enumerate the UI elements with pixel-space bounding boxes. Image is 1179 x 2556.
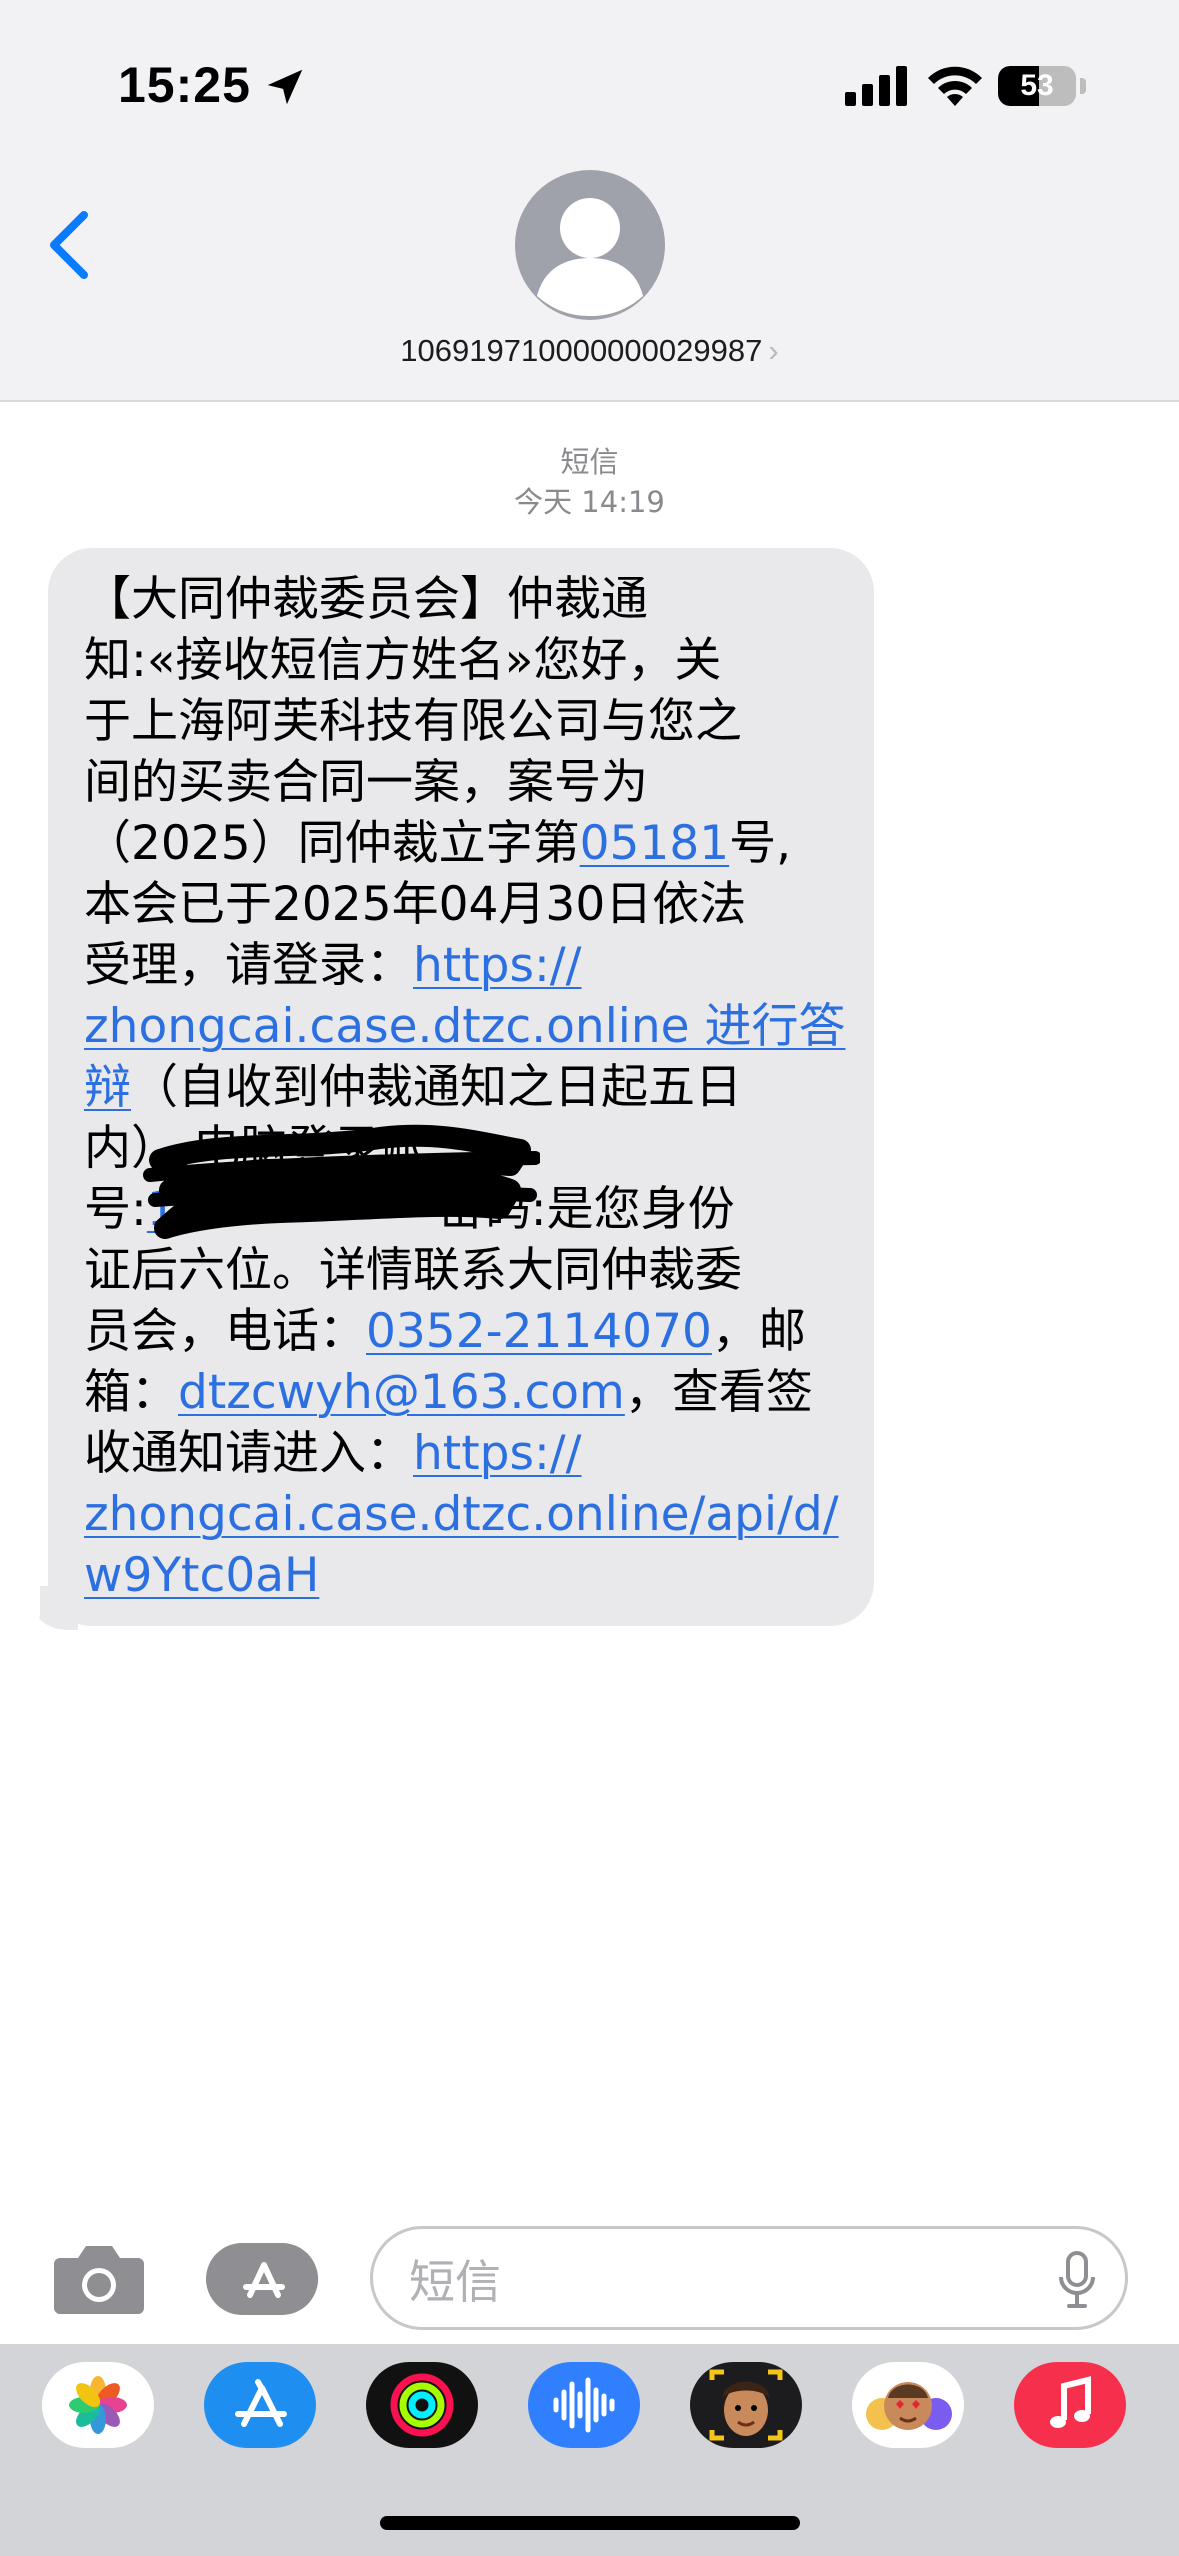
- message-text-segment: 员会，电话：: [84, 1304, 366, 1359]
- location-arrow-icon: [267, 69, 303, 105]
- service-label: 短信: [560, 445, 619, 479]
- audio-message-icon[interactable]: [528, 2362, 640, 2448]
- message-line: w9Ytc0aH: [84, 1545, 854, 1606]
- apps-button[interactable]: [206, 2243, 319, 2315]
- message-line: zhongcai.case.dtzc.online 进行答: [84, 996, 854, 1057]
- message-text-segment: ，查看签: [624, 1365, 813, 1420]
- message-line: 本会已于2025年04月30日依法: [84, 877, 747, 932]
- app-store-a-glyph: [235, 2379, 287, 2427]
- redaction-scribble: [143, 1124, 540, 1239]
- case-number-link[interactable]: 05181: [580, 816, 730, 871]
- status-time: 15:25: [118, 57, 251, 113]
- microphone-icon[interactable]: [1057, 2251, 1097, 2309]
- home-indicator[interactable]: [380, 2516, 800, 2530]
- photos-icon[interactable]: [42, 2362, 154, 2448]
- message-text-segment: 号:: [84, 1182, 147, 1237]
- cellular-signal-icon: [845, 66, 907, 106]
- url-link[interactable]: w9Ytc0aH: [84, 1548, 319, 1603]
- conversation-header: 15:25 53 106919710000000029987 ›: [0, 0, 1179, 402]
- back-button[interactable]: [40, 205, 100, 285]
- chevron-right-icon: ›: [768, 333, 779, 368]
- message-line: 间的买卖合同一案，案号为: [84, 755, 648, 810]
- stickers-glyph: [866, 2382, 952, 2430]
- message-meta: 短信 今天 14:19: [0, 442, 1179, 522]
- memoji-icon[interactable]: [690, 2362, 802, 2448]
- activity-rings-glyph: [390, 2373, 454, 2437]
- contact-avatar[interactable]: [515, 170, 665, 320]
- wifi-icon: [928, 66, 982, 106]
- app-store-glyph-icon: [243, 2252, 319, 2306]
- memoji-face-glyph: [709, 2369, 783, 2441]
- message-timestamp: 今天 14:19: [514, 485, 665, 519]
- message-text-segment: 收通知请进入：: [84, 1426, 413, 1481]
- music-icon[interactable]: [1014, 2362, 1126, 2448]
- memoji-stickers-icon[interactable]: [852, 2362, 964, 2448]
- message-line: 于上海阿芙科技有限公司与您之: [84, 694, 742, 749]
- music-note-glyph: [1050, 2376, 1091, 2428]
- message-line: zhongcai.case.dtzc.online/api/d/: [84, 1484, 854, 1545]
- camera-button[interactable]: [52, 2240, 146, 2316]
- message-line: 知:«接收短信方姓名»您好，关: [84, 633, 722, 688]
- message-text-segment: 号,: [729, 816, 792, 871]
- message-text-segment: （自收到仲裁通知之日起五日: [131, 1060, 742, 1115]
- battery-indicator: 53: [998, 66, 1076, 106]
- message-line: 证后六位。详情联系大同仲裁委: [84, 1243, 742, 1298]
- activity-icon[interactable]: [366, 2362, 478, 2448]
- contact-name[interactable]: 106919710000000029987 ›: [0, 333, 1179, 369]
- contact-number[interactable]: 106919710000000029987: [400, 333, 762, 368]
- waveform-glyph: [553, 2377, 615, 2433]
- url-link[interactable]: 辩: [84, 1060, 131, 1115]
- message-line: 【大同仲裁委员会】仲裁通: [84, 572, 648, 627]
- url-link[interactable]: https://: [413, 938, 581, 993]
- url-link[interactable]: zhongcai.case.dtzc.online/api/d/: [84, 1487, 839, 1542]
- url-link[interactable]: zhongcai.case.dtzc.online 进行答: [84, 999, 845, 1054]
- message-line: 箱：dtzcwyh@163.com，查看签: [84, 1362, 854, 1423]
- message-text-segment: ，邮: [711, 1304, 806, 1359]
- battery-percent: 53: [1020, 69, 1054, 102]
- photos-flower-glyph: [69, 2376, 127, 2434]
- phone-link[interactable]: 0352-2114070: [366, 1304, 712, 1359]
- message-input-box[interactable]: [370, 2226, 1128, 2330]
- bubble-tail-mask: [0, 1580, 40, 1640]
- message-text-segment: 受理，请登录：: [84, 938, 413, 993]
- email-link[interactable]: dtzcwyh@163.com: [178, 1365, 625, 1420]
- message-text: 【大同仲裁委员会】仲裁通 知:«接收短信方姓名»您好，关 于上海阿芙科技有限公司…: [84, 569, 854, 1606]
- app-store-icon[interactable]: [204, 2362, 316, 2448]
- battery-cap: [1080, 78, 1086, 94]
- message-line: （2025）同仲裁立字第05181号,: [84, 813, 854, 874]
- message-line: 员会，电话：0352-2114070，邮: [84, 1301, 854, 1362]
- message-text-segment: （2025）同仲裁立字第: [84, 816, 580, 871]
- message-line: 受理，请登录：https://: [84, 935, 854, 996]
- url-link[interactable]: https://: [413, 1426, 581, 1481]
- person-icon: [537, 198, 643, 316]
- message-line: 辩（自收到仲裁通知之日起五日: [84, 1057, 854, 1118]
- message-line: 收通知请进入：https://: [84, 1423, 854, 1484]
- message-input[interactable]: [409, 2255, 1009, 2309]
- message-text-segment: 箱：: [84, 1365, 178, 1420]
